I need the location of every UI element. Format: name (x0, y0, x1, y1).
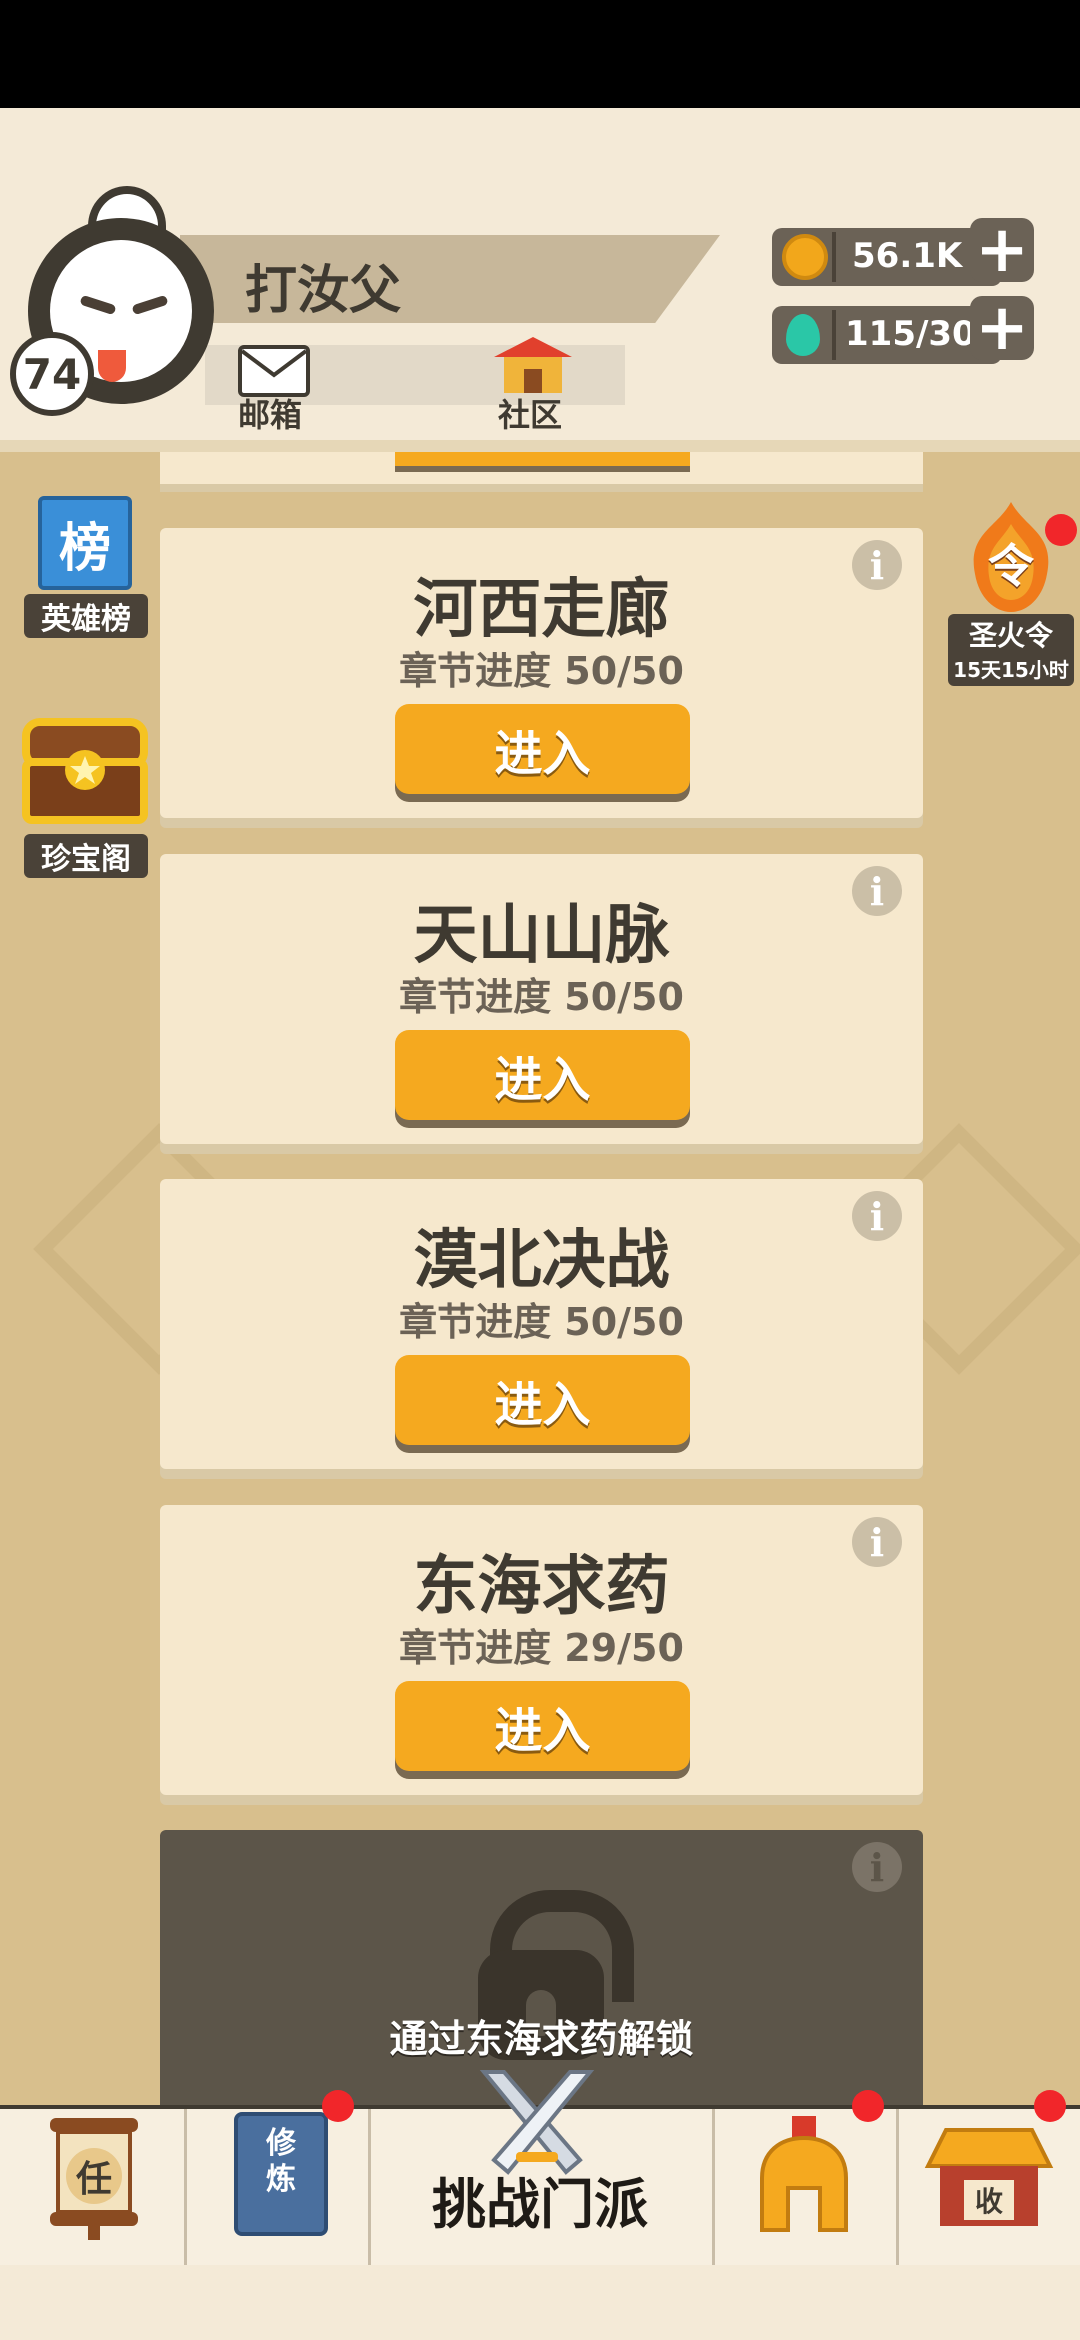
player-name: 打汝父 (245, 261, 402, 321)
nav-divider (896, 2109, 899, 2265)
coin-divider (832, 232, 836, 282)
nav-divider (712, 2109, 715, 2265)
chapter-card: 河西走廊 章节进度 50/50 进入 i (160, 528, 923, 818)
chapter-progress: 章节进度 29/50 (399, 1626, 684, 1670)
token-timer: 15天15小时 (953, 658, 1069, 682)
task-badge: 任 (66, 2148, 122, 2204)
chapter-card: 天山山脉 章节进度 50/50 进入 i (160, 854, 923, 1144)
enter-button[interactable]: 进入 (395, 1681, 690, 1771)
mail-label: 邮箱 (238, 396, 303, 434)
tab-tasks[interactable]: 任 (46, 2112, 142, 2240)
info-icon[interactable]: i (852, 1517, 902, 1567)
challenge-label: 挑战门派 (432, 2173, 648, 2236)
tab-collection[interactable]: 收 (924, 2122, 1054, 2232)
cultivation-book-icon: 修炼 (266, 2126, 296, 2197)
collection-badge: 收 (964, 2180, 1014, 2220)
coin-amount: 56.1K (852, 236, 963, 276)
tab-cultivation[interactable]: 修炼 (234, 2112, 328, 2236)
community-button[interactable] (490, 335, 576, 397)
add-gems-button[interactable]: + (970, 296, 1034, 360)
bottom-strip (0, 2265, 1080, 2340)
chapter-progress: 章节进度 50/50 (399, 649, 684, 693)
enter-button[interactable]: 进入 (395, 1355, 690, 1445)
tab-equipment[interactable] (752, 2112, 856, 2236)
info-icon[interactable]: i (852, 540, 902, 590)
previous-enter-button[interactable] (395, 452, 690, 466)
add-coins-button[interactable]: + (970, 218, 1034, 282)
treasure-chest-icon (22, 718, 148, 824)
chapter-card: 东海求药 章节进度 29/50 进入 i (160, 1505, 923, 1795)
chapter-title: 河西走廊 (413, 573, 670, 647)
ranking-label: 英雄榜 (24, 594, 148, 638)
info-icon[interactable]: i (852, 866, 902, 916)
notification-dot (1045, 514, 1077, 546)
notification-dot (322, 2090, 354, 2122)
gem-amount: 115/30 (845, 314, 976, 354)
chapter-title: 东海求药 (413, 1550, 670, 1624)
treasure-label: 珍宝阁 (24, 834, 148, 878)
notification-dot (1034, 2090, 1066, 2122)
level-badge: 74 (10, 332, 94, 416)
chapter-progress: 章节进度 50/50 (399, 975, 684, 1019)
temple-icon (494, 337, 572, 393)
status-bar (0, 0, 1080, 108)
token-label: 圣火令 (968, 619, 1053, 652)
coin-icon (782, 234, 828, 280)
chapter-title: 漠北决战 (413, 1224, 670, 1298)
avatar-mouth (98, 350, 126, 382)
gem-icon (786, 314, 820, 356)
gem-divider (832, 310, 836, 360)
nav-divider (184, 2109, 187, 2265)
header-edge (0, 440, 1080, 452)
community-label: 社区 (498, 396, 563, 434)
chapter-progress: 章节进度 50/50 (399, 1300, 684, 1344)
info-icon[interactable]: i (852, 1191, 902, 1241)
info-icon[interactable]: i (852, 1842, 902, 1892)
ranking-button[interactable]: 榜 (30, 496, 140, 596)
unlock-hint: 通过东海求药解锁 (389, 2017, 694, 2061)
treasure-button[interactable] (20, 712, 150, 826)
ranking-icon: 榜 (38, 496, 132, 590)
enter-button[interactable]: 进入 (395, 1030, 690, 1120)
sacred-fire-token-button[interactable]: 令 (955, 498, 1067, 618)
chapter-title: 天山山脉 (413, 899, 670, 973)
chapter-card: 漠北决战 章节进度 50/50 进入 i (160, 1179, 923, 1469)
enter-button[interactable]: 进入 (395, 704, 690, 794)
helmet-icon (760, 2116, 848, 2232)
notification-dot (852, 2090, 884, 2122)
